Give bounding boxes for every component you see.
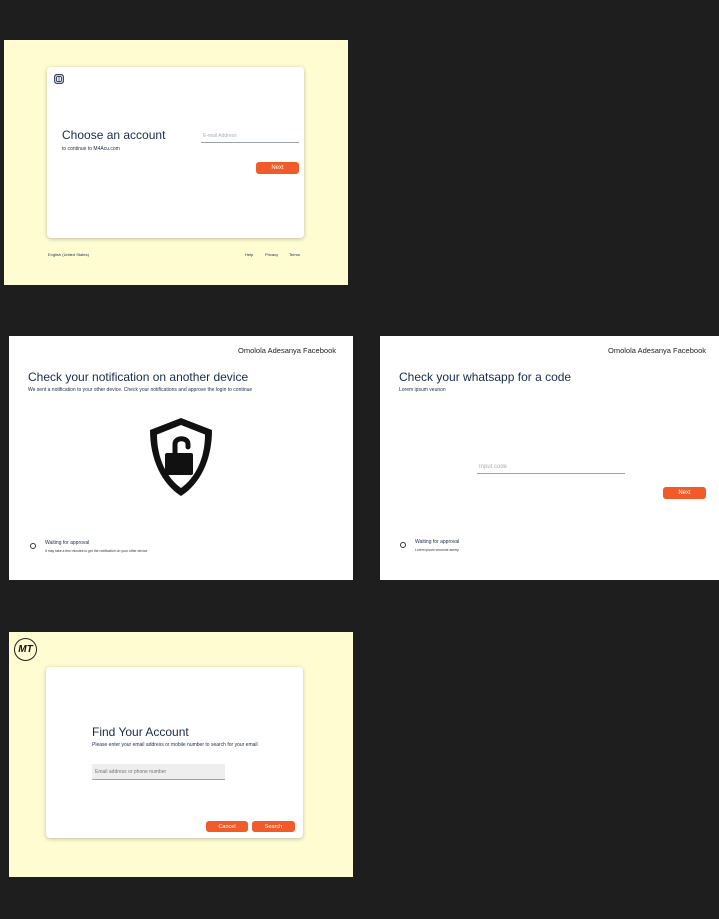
- page-title: Check your whatsapp for a code: [399, 370, 572, 384]
- page-title: Check your notification on another devic…: [28, 370, 249, 384]
- page-subtitle: Lorem ipsum veunon: [399, 387, 446, 393]
- account-name: Omolola Adesanya Facebook: [238, 346, 336, 355]
- mt-logo: MT: [14, 638, 37, 661]
- status-radio[interactable]: [30, 543, 36, 549]
- search-button[interactable]: Search: [252, 821, 295, 832]
- status-title: Waiting for approval: [415, 539, 460, 545]
- page-title: Choose an account: [62, 128, 166, 142]
- whatsapp-code-screen: Omolola Adesanya Facebook Check your wha…: [380, 336, 719, 580]
- status-title: Waiting for approval: [45, 540, 90, 546]
- footer-link-terms[interactable]: Terms: [289, 252, 300, 257]
- next-button[interactable]: Next: [256, 162, 299, 174]
- grid-logo-icon: [54, 74, 64, 84]
- status-detail: Lorem ipsum veunone amerp: [415, 548, 460, 552]
- unlocked-shield-icon: [150, 418, 212, 496]
- language-selector[interactable]: English (United States): [48, 252, 89, 257]
- status-radio[interactable]: [400, 542, 406, 548]
- email-or-phone-input[interactable]: [92, 764, 225, 780]
- find-account-card: Find Your Account Please enter your emai…: [46, 667, 303, 838]
- footer-link-help[interactable]: Help: [245, 252, 253, 257]
- status-detail: It may take a few minutes to get the not…: [45, 549, 148, 553]
- page-subtitle: We sent a notification to your other dev…: [28, 387, 253, 393]
- email-field[interactable]: [201, 130, 299, 143]
- page-subtitle: to continue to M4Acu.com: [62, 146, 120, 152]
- find-account-screen: MT Find Your Account Please enter your e…: [9, 632, 353, 877]
- page-title: Find Your Account: [92, 725, 189, 739]
- instructions-text: Please enter your email address or mobil…: [92, 742, 258, 748]
- choose-account-screen: Choose an account to continue to M4Acu.c…: [4, 40, 348, 285]
- footer-link-privacy[interactable]: Privacy: [265, 252, 278, 257]
- next-button[interactable]: Next: [663, 487, 706, 499]
- account-name: Omolola Adesanya Facebook: [608, 346, 706, 355]
- logo-text: MT: [18, 644, 33, 655]
- cancel-button[interactable]: Cancel: [206, 821, 248, 832]
- notification-screen: Omolola Adesanya Facebook Check your not…: [9, 336, 353, 580]
- choose-account-card: Choose an account to continue to M4Acu.c…: [47, 67, 304, 238]
- code-input[interactable]: [477, 460, 625, 474]
